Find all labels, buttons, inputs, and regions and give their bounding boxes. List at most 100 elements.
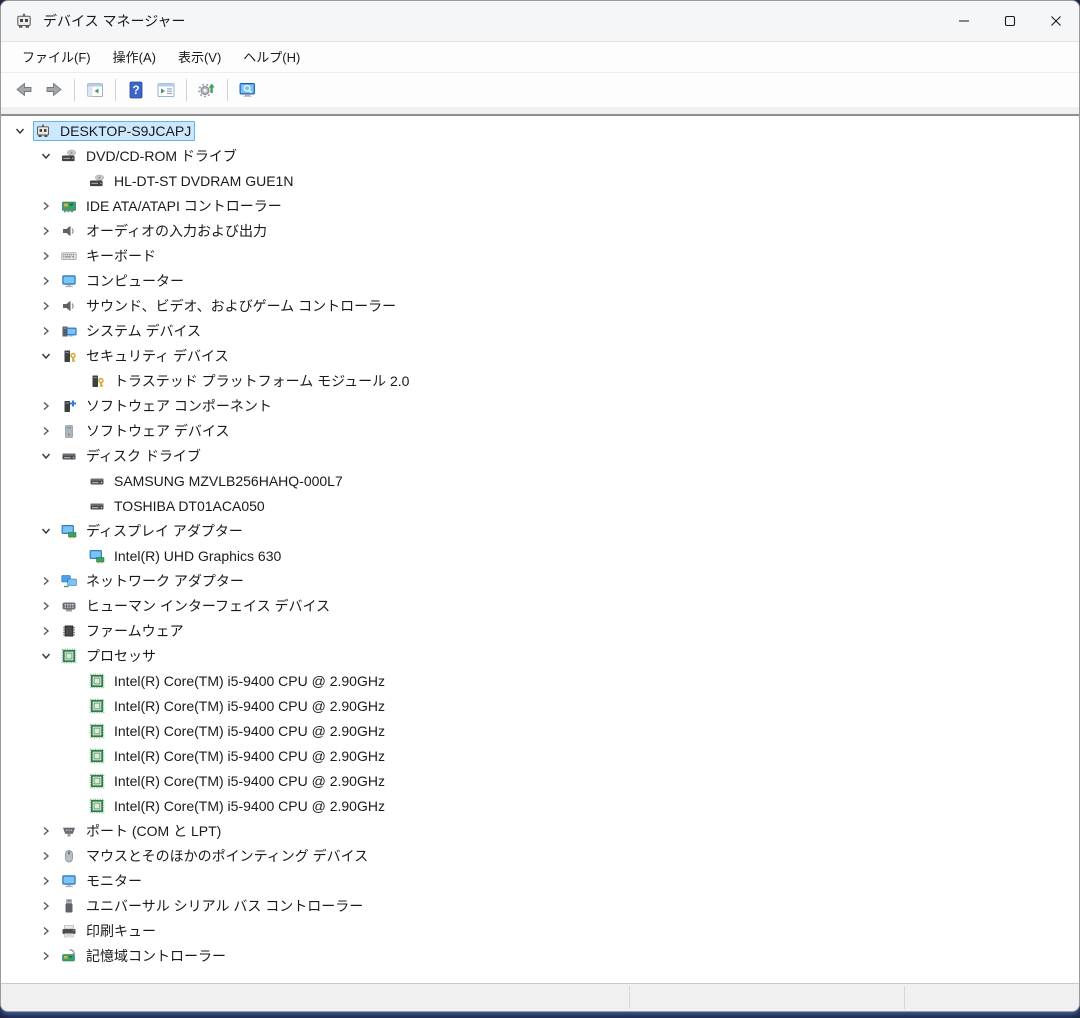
tree-row[interactable]: サウンド、ビデオ、およびゲーム コントローラー xyxy=(1,293,1079,318)
chevron-collapsed-icon[interactable] xyxy=(33,943,59,968)
tree-row[interactable]: オーディオの入力および出力 xyxy=(1,218,1079,243)
tree-item[interactable]: マウスとそのほかのポインティング デバイス xyxy=(59,846,372,866)
tree-row[interactable]: DVD/CD-ROM ドライブ xyxy=(1,143,1079,168)
chevron-expanded-icon[interactable] xyxy=(33,143,59,168)
tree-row[interactable]: HL-DT-ST DVDRAM GUE1N xyxy=(1,168,1079,193)
tree-row[interactable]: TOSHIBA DT01ACA050 xyxy=(1,493,1079,518)
tree-row[interactable]: Intel(R) Core(TM) i5-9400 CPU @ 2.90GHz xyxy=(1,768,1079,793)
tree-row[interactable]: ディスク ドライブ xyxy=(1,443,1079,468)
tree-item[interactable]: ディスク ドライブ xyxy=(59,446,205,466)
chevron-collapsed-icon[interactable] xyxy=(33,218,59,243)
chevron-expanded-icon[interactable] xyxy=(7,118,33,143)
chevron-collapsed-icon[interactable] xyxy=(33,268,59,293)
tree-item[interactable]: Intel(R) Core(TM) i5-9400 CPU @ 2.90GHz xyxy=(87,721,389,741)
tree-item[interactable]: Intel(R) Core(TM) i5-9400 CPU @ 2.90GHz xyxy=(87,746,389,766)
toolbar-button-properties[interactable] xyxy=(151,76,181,104)
chevron-collapsed-icon[interactable] xyxy=(33,918,59,943)
chevron-expanded-icon[interactable] xyxy=(33,518,59,543)
tree-item[interactable]: HL-DT-ST DVDRAM GUE1N xyxy=(87,171,297,191)
chevron-collapsed-icon[interactable] xyxy=(33,843,59,868)
tree-row[interactable]: ネットワーク アダプター xyxy=(1,568,1079,593)
tree-item[interactable]: Intel(R) Core(TM) i5-9400 CPU @ 2.90GHz xyxy=(87,796,389,816)
toolbar-button-back[interactable] xyxy=(9,76,39,104)
tree-row[interactable]: コンピューター xyxy=(1,268,1079,293)
tree-row[interactable]: ユニバーサル シリアル バス コントローラー xyxy=(1,893,1079,918)
chevron-collapsed-icon[interactable] xyxy=(33,893,59,918)
tree-row[interactable]: SAMSUNG MZVLB256HAHQ-000L7 xyxy=(1,468,1079,493)
close-button[interactable] xyxy=(1033,1,1079,41)
minimize-button[interactable] xyxy=(941,1,987,41)
toolbar-button-help[interactable]: ? xyxy=(121,76,151,104)
tree-item[interactable]: Intel(R) Core(TM) i5-9400 CPU @ 2.90GHz xyxy=(87,671,389,691)
chevron-collapsed-icon[interactable] xyxy=(33,618,59,643)
tree-item[interactable]: ヒューマン インターフェイス デバイス xyxy=(59,596,334,616)
tree-item[interactable]: システム デバイス xyxy=(59,321,205,341)
chevron-collapsed-icon[interactable] xyxy=(33,818,59,843)
tree-row[interactable]: ソフトウェア デバイス xyxy=(1,418,1079,443)
toolbar-button-remote-computer[interactable] xyxy=(233,76,263,104)
chevron-collapsed-icon[interactable] xyxy=(33,318,59,343)
chevron-collapsed-icon[interactable] xyxy=(33,393,59,418)
tree-item[interactable]: コンピューター xyxy=(59,271,188,291)
tree-row[interactable]: Intel(R) Core(TM) i5-9400 CPU @ 2.90GHz xyxy=(1,718,1079,743)
tree-row[interactable]: セキュリティ デバイス xyxy=(1,343,1079,368)
toolbar-button-forward[interactable] xyxy=(39,76,69,104)
tree-row[interactable]: 印刷キュー xyxy=(1,918,1079,943)
tree-item[interactable]: トラステッド プラットフォーム モジュール 2.0 xyxy=(87,371,413,391)
menu-item-action[interactable]: 操作(A) xyxy=(102,43,167,72)
tree-row[interactable]: 記憶域コントローラー xyxy=(1,943,1079,968)
tree-row[interactable]: ファームウェア xyxy=(1,618,1079,643)
tree-item[interactable]: Intel(R) Core(TM) i5-9400 CPU @ 2.90GHz xyxy=(87,771,389,791)
chevron-collapsed-icon[interactable] xyxy=(33,568,59,593)
tree-row[interactable]: トラステッド プラットフォーム モジュール 2.0 xyxy=(1,368,1079,393)
tree-row[interactable]: DESKTOP-S9JCAPJ xyxy=(1,118,1079,143)
tree-row[interactable]: Intel(R) Core(TM) i5-9400 CPU @ 2.90GHz xyxy=(1,793,1079,818)
tree-row[interactable]: Intel(R) Core(TM) i5-9400 CPU @ 2.90GHz xyxy=(1,693,1079,718)
tree-row[interactable]: ソフトウェア コンポーネント xyxy=(1,393,1079,418)
tree-row[interactable]: モニター xyxy=(1,868,1079,893)
tree-item[interactable]: IDE ATA/ATAPI コントローラー xyxy=(59,196,286,216)
chevron-collapsed-icon[interactable] xyxy=(33,593,59,618)
tree-row[interactable]: Intel(R) UHD Graphics 630 xyxy=(1,543,1079,568)
tree-item[interactable]: DVD/CD-ROM ドライブ xyxy=(59,146,241,166)
tree-item[interactable]: SAMSUNG MZVLB256HAHQ-000L7 xyxy=(87,471,347,491)
tree-item[interactable]: ネットワーク アダプター xyxy=(59,571,248,591)
tree-row[interactable]: マウスとそのほかのポインティング デバイス xyxy=(1,843,1079,868)
tree-item[interactable]: キーボード xyxy=(59,246,160,266)
menu-item-file[interactable]: ファイル(F) xyxy=(11,43,102,72)
chevron-collapsed-icon[interactable] xyxy=(33,243,59,268)
tree-row[interactable]: IDE ATA/ATAPI コントローラー xyxy=(1,193,1079,218)
tree-item[interactable]: ポート (COM と LPT) xyxy=(59,821,225,841)
selected-tree-item[interactable]: DESKTOP-S9JCAPJ xyxy=(33,121,195,141)
tree-row[interactable]: ヒューマン インターフェイス デバイス xyxy=(1,593,1079,618)
tree-item[interactable]: ファームウェア xyxy=(59,621,188,641)
chevron-expanded-icon[interactable] xyxy=(33,443,59,468)
tree-item[interactable]: ソフトウェア コンポーネント xyxy=(59,396,276,416)
toolbar-button-scan-hardware-changes[interactable] xyxy=(192,76,222,104)
chevron-collapsed-icon[interactable] xyxy=(33,868,59,893)
tree-item[interactable]: 印刷キュー xyxy=(59,921,160,941)
menu-item-view[interactable]: 表示(V) xyxy=(167,43,232,72)
device-tree[interactable]: DESKTOP-S9JCAPJ DVD/CD-ROM ドライブ HL-DT-ST D… xyxy=(1,116,1079,984)
tree-item[interactable]: Intel(R) Core(TM) i5-9400 CPU @ 2.90GHz xyxy=(87,696,389,716)
tree-item[interactable]: ユニバーサル シリアル バス コントローラー xyxy=(59,896,367,916)
toolbar-button-show-console-tree[interactable] xyxy=(80,76,110,104)
chevron-collapsed-icon[interactable] xyxy=(33,418,59,443)
menu-item-help[interactable]: ヘルプ(H) xyxy=(232,43,311,72)
tree-row[interactable]: Intel(R) Core(TM) i5-9400 CPU @ 2.90GHz xyxy=(1,668,1079,693)
title-bar[interactable]: デバイス マネージャー xyxy=(1,1,1079,41)
chevron-expanded-icon[interactable] xyxy=(33,343,59,368)
tree-item[interactable]: TOSHIBA DT01ACA050 xyxy=(87,496,269,516)
tree-item[interactable]: ディスプレイ アダプター xyxy=(59,521,247,541)
chevron-collapsed-icon[interactable] xyxy=(33,193,59,218)
tree-item[interactable]: モニター xyxy=(59,871,146,891)
tree-row[interactable]: ポート (COM と LPT) xyxy=(1,818,1079,843)
tree-item[interactable]: 記憶域コントローラー xyxy=(59,946,230,966)
tree-item[interactable]: セキュリティ デバイス xyxy=(59,346,233,366)
tree-item[interactable]: オーディオの入力および出力 xyxy=(59,221,271,241)
chevron-expanded-icon[interactable] xyxy=(33,643,59,668)
maximize-button[interactable] xyxy=(987,1,1033,41)
tree-item[interactable]: プロセッサ xyxy=(59,646,160,666)
tree-item[interactable]: Intel(R) UHD Graphics 630 xyxy=(87,546,285,566)
tree-row[interactable]: Intel(R) Core(TM) i5-9400 CPU @ 2.90GHz xyxy=(1,743,1079,768)
